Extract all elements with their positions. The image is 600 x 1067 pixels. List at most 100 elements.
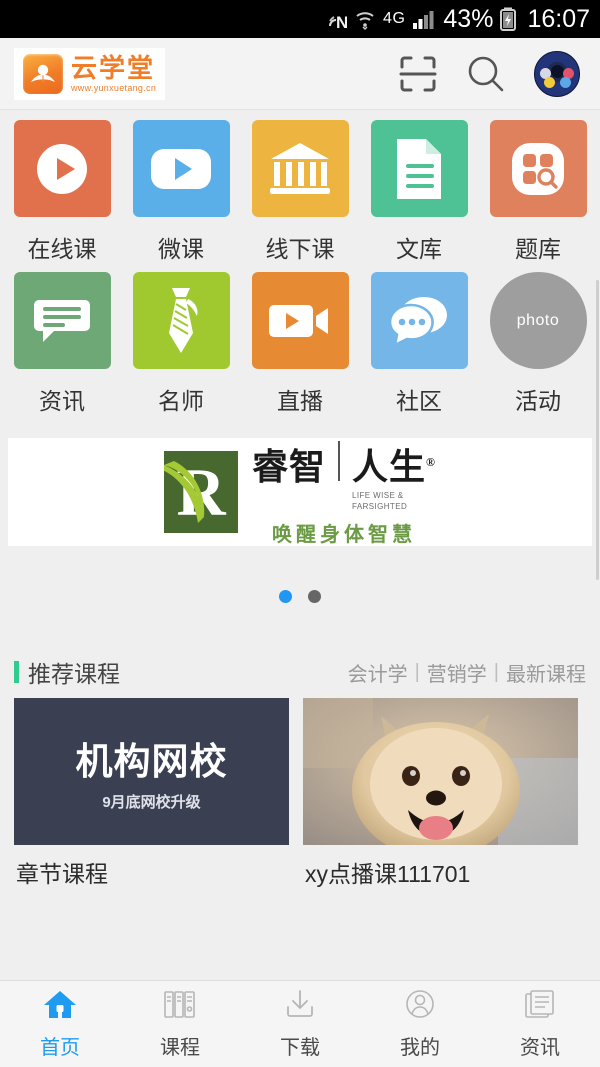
grid-item-label: 微课 (158, 236, 204, 262)
banner-title-right-group: 人生® LIFE WISE & FARSIGHTED (352, 438, 436, 512)
thumbnail-title: 机构网校 (75, 741, 228, 782)
grid-item-library[interactable]: 文库 (369, 120, 469, 264)
grid-item-label: 名师 (158, 388, 204, 414)
ruizhi-logo: R (164, 451, 238, 533)
status-bar: N 4G 43% 16:07 (0, 0, 600, 38)
bottom-tab-bar: 首页 课程 下载 我的 资讯 (0, 980, 600, 1067)
photo-placeholder: photo (489, 272, 587, 369)
feature-grid-row: 在线课 微课 线下课 文库 题库 (0, 120, 600, 264)
grid-item-offline-course[interactable]: 线下课 (250, 120, 350, 264)
necktie-icon (132, 272, 230, 369)
search-icon[interactable] (464, 52, 508, 96)
tab-label: 下载 (280, 1037, 320, 1059)
banner-tagline-en-1: LIFE WISE & (352, 490, 404, 500)
logo-title: 云学堂 (71, 52, 156, 83)
carousel-dot-active[interactable] (279, 589, 292, 603)
main-scroll-area[interactable]: 在线课 微课 线下课 文库 题库 资讯 名师 直播 社区 photo 活动 R … (0, 110, 600, 990)
grid-item-label: 社区 (396, 388, 442, 414)
banner-tagline-cn: 唤醒身体智慧 (272, 523, 416, 546)
user-avatar[interactable] (534, 50, 580, 97)
grid-item-activity[interactable]: photo 活动 (488, 272, 588, 416)
tab-label: 课程 (160, 1037, 200, 1059)
avatar-dot-3 (544, 76, 555, 88)
news-icon (522, 988, 558, 1025)
grid-item-question-bank[interactable]: 题库 (488, 120, 588, 264)
banner-tagline-en-2: FARSIGHTED (352, 501, 408, 511)
grid-item-label: 资讯 (39, 388, 85, 414)
feature-grid-row: 资讯 名师 直播 社区 photo 活动 (0, 272, 600, 416)
course-thumbnail: 机构网校 9月底网校升级 (14, 698, 289, 845)
category-links: 会计学 | 营销学 | 最新课程 (348, 658, 586, 687)
tab-download[interactable]: 下载 (240, 988, 360, 1060)
avatar-center (551, 64, 564, 78)
home-icon (42, 988, 78, 1025)
category-link-latest[interactable]: 最新课程 (506, 658, 586, 687)
svg-text:N: N (336, 13, 347, 30)
grid-item-micro-course[interactable]: 微课 (131, 120, 231, 264)
grid-item-teachers[interactable]: 名师 (131, 272, 231, 416)
tab-home[interactable]: 首页 (0, 988, 120, 1060)
tab-profile[interactable]: 我的 (360, 988, 480, 1060)
nfc-icon: N (327, 8, 347, 30)
course-title: xy点播课111701 (305, 861, 471, 887)
banner-slide[interactable]: R 睿智 人生® LIFE WISE & FARSIGHTED 唤醒身体智慧 (8, 438, 592, 546)
banner-title-left: 睿智 (252, 446, 327, 487)
logo-url: www.yunxuetang.cn (71, 82, 157, 93)
banner-logo-swoosh (164, 461, 205, 523)
document-icon (370, 120, 468, 217)
photo-placeholder-label: photo (516, 311, 560, 329)
tab-label: 我的 (400, 1037, 440, 1059)
download-icon (282, 988, 318, 1025)
tab-label: 首页 (40, 1037, 80, 1059)
banner-carousel[interactable]: R 睿智 人生® LIFE WISE & FARSIGHTED 唤醒身体智慧 (0, 428, 600, 646)
course-title: 章节课程 (16, 861, 108, 887)
grid-item-label: 在线课 (27, 236, 97, 262)
link-separator: | (493, 660, 499, 683)
feature-grid: 在线课 微课 线下课 文库 题库 资讯 名师 直播 社区 photo 活动 (0, 110, 600, 428)
app-screen: N 4G 43% 16:07 云学堂 www.yunxuetang.cn 在线课… (0, 0, 600, 1067)
books-icon (162, 988, 198, 1025)
avatar-dot-4 (560, 76, 571, 88)
grid-item-online-course[interactable]: 在线课 (12, 120, 112, 264)
grid-item-live[interactable]: 直播 (250, 272, 350, 416)
logo-text: 云学堂 www.yunxuetang.cn (71, 55, 156, 93)
category-link-marketing[interactable]: 营销学 (427, 658, 487, 687)
banner-divider (338, 440, 341, 481)
grid-item-label: 活动 (515, 388, 561, 414)
category-link-accounting[interactable]: 会计学 (348, 658, 408, 687)
course-card[interactable]: xy点播课111701 (303, 698, 578, 901)
qr-scan-icon[interactable] (398, 54, 438, 94)
wifi-icon (354, 8, 376, 30)
registered-mark: ® (426, 454, 436, 469)
banner-text: 睿智 人生® LIFE WISE & FARSIGHTED 唤醒身体智慧 (252, 438, 436, 547)
section-accent-bar (14, 661, 19, 683)
network-type-label: 4G (383, 10, 406, 27)
grid-item-label: 线下课 (265, 236, 335, 262)
page-title: 推荐课程 (28, 661, 120, 687)
grid-item-community[interactable]: 社区 (369, 272, 469, 416)
grid-item-label: 直播 (277, 388, 323, 414)
link-separator: | (414, 660, 420, 683)
course-card[interactable]: 机构网校 9月底网校升级 章节课程 (14, 698, 289, 901)
chat-lines-icon (13, 272, 111, 369)
tab-courses[interactable]: 课程 (120, 988, 240, 1060)
app-logo[interactable]: 云学堂 www.yunxuetang.cn (14, 47, 166, 100)
battery-percent-label: 43% (443, 4, 494, 33)
grid-item-label: 题库 (515, 236, 561, 262)
vertical-scrollbar[interactable] (596, 280, 599, 580)
thumbnail-subtitle: 9月底网校升级 (102, 794, 201, 811)
status-clock: 16:07 (527, 4, 590, 33)
person-icon (402, 988, 438, 1025)
play-circle-icon (13, 120, 111, 217)
grid-item-label: 文库 (396, 236, 442, 262)
pomeranian-dog-photo (303, 698, 578, 845)
carousel-dot[interactable] (308, 589, 321, 603)
video-camera-icon (251, 272, 349, 369)
banner-headline: 睿智 人生® LIFE WISE & FARSIGHTED (252, 438, 436, 512)
recommended-section-header: 推荐课程 会计学 | 营销学 | 最新课程 (0, 646, 600, 698)
battery-charging-icon (500, 7, 517, 31)
tab-news[interactable]: 资讯 (480, 988, 600, 1060)
banner-title-right: 人生® (352, 446, 436, 487)
grid-item-news[interactable]: 资讯 (12, 272, 112, 416)
course-card-list: 机构网校 9月底网校升级 章节课程 xy点播课111701 (0, 698, 600, 901)
